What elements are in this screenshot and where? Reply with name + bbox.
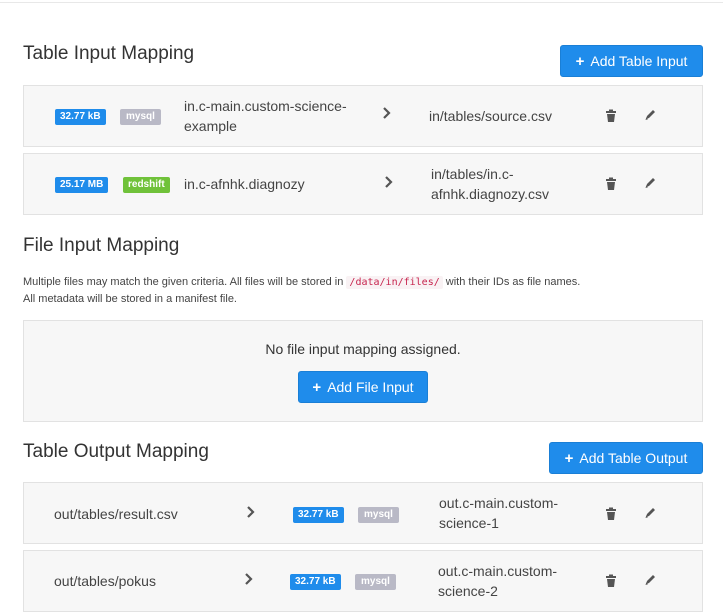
destination-table: out.c-main.custom- science-1 — [439, 493, 558, 533]
chevron-right-icon — [382, 106, 392, 123]
trash-icon[interactable] — [605, 574, 619, 588]
chevron-right-icon — [246, 505, 256, 522]
destination-line-1: out.c-main.custom- — [438, 563, 558, 579]
plus-icon: + — [312, 378, 322, 396]
empty-state-text: No file input mapping assigned. — [265, 341, 461, 357]
pencil-icon[interactable] — [644, 176, 658, 190]
source-table: in.c-afnhk.diagnozy — [184, 176, 305, 192]
source-line-1: in.c-main.custom-science- — [184, 98, 347, 114]
chevron-right-icon — [384, 175, 394, 192]
destination-line-1: out.c-main.custom- — [439, 495, 559, 511]
pencil-icon[interactable] — [644, 506, 658, 520]
destination-line-1: in/tables/in.c- — [431, 166, 514, 182]
add-file-input-label: Add File Input — [327, 379, 414, 395]
help-text: Multiple files may match the given crite… — [23, 276, 344, 288]
pencil-icon[interactable] — [644, 108, 658, 122]
table-input-title: Table Input Mapping — [23, 43, 195, 64]
file-input-empty-panel: No file input mapping assigned. + Add Fi… — [23, 320, 703, 422]
trash-icon[interactable] — [605, 109, 619, 123]
table-output-row: out/tables/pokus 32.77 kB mysql out.c-ma… — [23, 550, 703, 612]
file-input-title: File Input Mapping — [23, 235, 180, 256]
destination-line-2: afnhk.diagnozy.csv — [431, 186, 550, 202]
source-path: out/tables/result.csv — [54, 506, 178, 522]
size-badge: 32.77 kB — [293, 507, 344, 523]
backend-badge: mysql — [358, 507, 399, 523]
top-divider — [0, 2, 723, 3]
help-text: with their IDs as file names. — [445, 276, 581, 288]
table-input-row: 25.17 MB redshift in.c-afnhk.diagnozy in… — [23, 153, 703, 215]
destination-table: out.c-main.custom- science-2 — [438, 561, 557, 601]
source-path: out/tables/pokus — [54, 573, 156, 589]
chevron-right-icon — [244, 572, 254, 589]
file-input-help: Multiple files may match the given crite… — [23, 274, 703, 308]
backend-badge: redshift — [123, 177, 170, 193]
add-table-output-button[interactable]: + Add Table Output — [549, 442, 703, 474]
backend-badge: mysql — [355, 574, 396, 590]
table-output-title: Table Output Mapping — [23, 441, 209, 462]
source-table: in.c-main.custom-science- example — [184, 96, 347, 136]
help-text-line-2: All metadata will be stored in a manifes… — [23, 293, 237, 305]
plus-icon: + — [564, 449, 574, 467]
trash-icon[interactable] — [605, 177, 619, 191]
trash-icon[interactable] — [605, 507, 619, 521]
backend-badge: mysql — [120, 109, 161, 125]
add-table-input-button[interactable]: + Add Table Input — [560, 45, 703, 77]
table-output-row: out/tables/result.csv 32.77 kB mysql out… — [23, 482, 703, 544]
destination-path: in/tables/in.c- afnhk.diagnozy.csv — [431, 164, 549, 204]
add-table-input-label: Add Table Input — [590, 53, 688, 69]
add-table-output-label: Add Table Output — [579, 450, 688, 466]
destination-path: in/tables/source.csv — [429, 108, 552, 124]
files-path-code: /data/in/files/ — [346, 276, 443, 289]
destination-line-2: science-1 — [439, 515, 499, 531]
plus-icon: + — [575, 52, 585, 70]
table-input-row: 32.77 kB mysql in.c-main.custom-science-… — [23, 85, 703, 147]
source-line-2: example — [184, 118, 237, 134]
pencil-icon[interactable] — [644, 573, 658, 587]
add-file-input-button[interactable]: + Add File Input — [298, 371, 428, 403]
size-badge: 32.77 kB — [55, 109, 106, 125]
size-badge: 25.17 MB — [55, 177, 109, 193]
size-badge: 32.77 kB — [290, 574, 341, 590]
destination-line-2: science-2 — [438, 583, 498, 599]
